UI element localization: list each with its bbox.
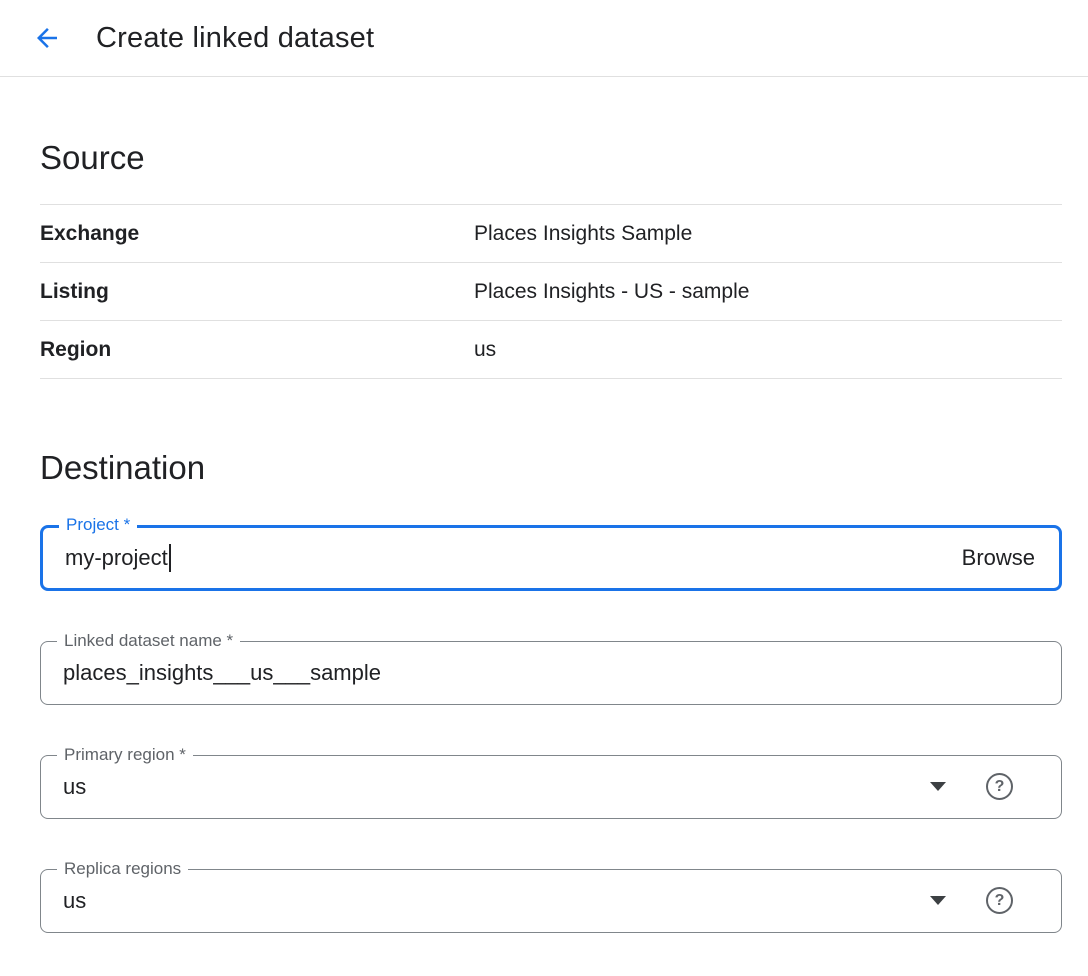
replica-regions-trailing: ? xyxy=(930,887,1039,914)
destination-section-heading: Destination xyxy=(40,447,1062,488)
text-cursor xyxy=(169,544,171,572)
row-value: Places Insights Sample xyxy=(474,222,692,246)
project-field-label: Project * xyxy=(59,515,137,535)
linked-dataset-name-field[interactable]: Linked dataset name * places_insights___… xyxy=(40,641,1062,705)
source-section-heading: Source xyxy=(40,137,1062,178)
project-field[interactable]: Project * my-project Browse xyxy=(40,525,1062,591)
source-info-table: Exchange Places Insights Sample Listing … xyxy=(40,204,1062,379)
replica-regions-value: us xyxy=(63,888,86,914)
help-icon[interactable]: ? xyxy=(986,887,1013,914)
page-header: Create linked dataset xyxy=(0,0,1088,77)
primary-region-label: Primary region * xyxy=(57,745,193,765)
primary-region-field[interactable]: Primary region * us ? xyxy=(40,755,1062,819)
row-label: Listing xyxy=(40,280,474,304)
project-input[interactable]: my-project xyxy=(65,544,960,572)
row-label: Exchange xyxy=(40,222,474,246)
row-label: Region xyxy=(40,338,474,362)
primary-region-trailing: ? xyxy=(930,773,1039,800)
linked-dataset-name-input[interactable]: places_insights___us___sample xyxy=(63,660,1039,686)
replica-regions-select[interactable]: us xyxy=(63,888,930,914)
page-title: Create linked dataset xyxy=(96,22,374,55)
chevron-down-icon[interactable] xyxy=(930,782,946,791)
chevron-down-icon[interactable] xyxy=(930,896,946,905)
create-linked-dataset-page: Create linked dataset Source Exchange Pl… xyxy=(0,0,1088,963)
row-value: us xyxy=(474,338,496,362)
main-content: Source Exchange Places Insights Sample L… xyxy=(0,137,1088,963)
replica-regions-field[interactable]: Replica regions us ? xyxy=(40,869,1062,933)
primary-region-select[interactable]: us xyxy=(63,774,930,800)
replica-regions-label: Replica regions xyxy=(57,859,188,879)
primary-region-value: us xyxy=(63,774,86,800)
linked-dataset-name-label: Linked dataset name * xyxy=(57,631,240,651)
help-icon[interactable]: ? xyxy=(986,773,1013,800)
row-value: Places Insights - US - sample xyxy=(474,280,749,304)
table-row-listing: Listing Places Insights - US - sample xyxy=(40,263,1062,321)
table-row-exchange: Exchange Places Insights Sample xyxy=(40,205,1062,263)
project-input-value: my-project xyxy=(65,545,168,571)
arrow-left-icon xyxy=(32,23,62,53)
linked-dataset-name-value: places_insights___us___sample xyxy=(63,660,381,686)
back-button[interactable] xyxy=(26,17,68,59)
table-row-region: Region us xyxy=(40,321,1062,379)
browse-button[interactable]: Browse xyxy=(960,541,1037,575)
